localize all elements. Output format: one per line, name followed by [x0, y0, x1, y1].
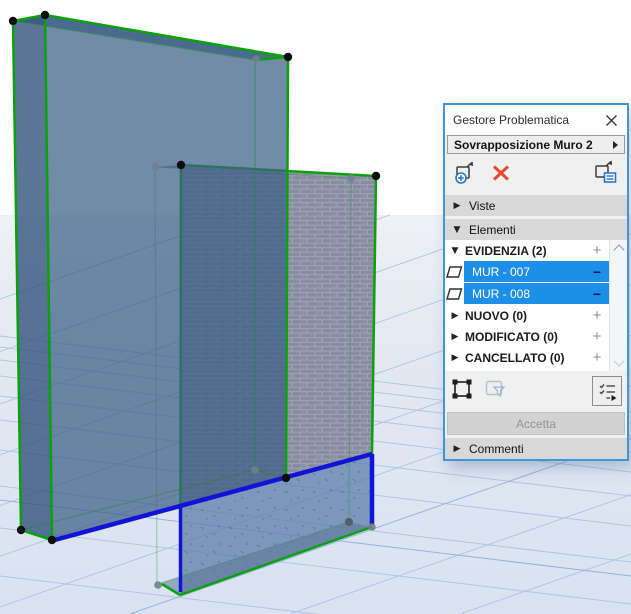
issue-manager-panel: Gestore Problematica Sovrapposizione Mur…: [443, 103, 629, 461]
item-label: MUR - 007: [472, 264, 531, 279]
tree-group-modificato[interactable]: ▶ MODIFICATO (0) +: [445, 326, 610, 347]
collapsed-arrow-icon: ▶: [453, 443, 461, 454]
section-commenti[interactable]: ▶ Commenti: [445, 438, 627, 459]
accept-button-disabled[interactable]: Accetta: [447, 412, 625, 435]
section-elementi[interactable]: ▼ Elementi: [445, 219, 627, 240]
wall-mur-007[interactable]: [11, 13, 290, 542]
close-icon: [605, 114, 617, 126]
tree-group-evidenzia[interactable]: ▼ EVIDENZIA (2) +: [445, 240, 610, 261]
add-element-button[interactable]: +: [590, 308, 604, 323]
collapsed-arrow-icon: ▶: [451, 331, 459, 342]
element-list-options-button[interactable]: [592, 375, 622, 406]
filter-elements-button-disabled[interactable]: [484, 377, 508, 404]
wall-element-icon: [446, 288, 463, 300]
group-label: EVIDENZIA (2): [465, 243, 547, 258]
checklist-icon: [599, 383, 617, 401]
wall-mur-007-front-face[interactable]: [45, 15, 288, 540]
tree-group-cancellato[interactable]: ▶ CANCELLATO (0) +: [445, 347, 610, 368]
close-button[interactable]: [603, 112, 619, 128]
scroll-down-icon[interactable]: [613, 355, 625, 367]
group-label: CANCELLATO (0): [465, 350, 565, 365]
add-element-button[interactable]: +: [590, 243, 604, 258]
collapsed-arrow-icon: ▶: [451, 310, 459, 321]
tree-scrollbar[interactable]: [609, 240, 627, 371]
panel-bottom-toolbar: [445, 371, 627, 410]
section-commenti-label: Commenti: [469, 441, 524, 456]
dropdown-arrow-icon: [613, 140, 618, 149]
scroll-up-icon[interactable]: [613, 244, 625, 256]
expanded-arrow-icon: ▼: [451, 245, 459, 256]
marquee-select-button[interactable]: [452, 379, 472, 402]
issue-add-icon: [455, 161, 474, 184]
accept-button-label: Accetta: [515, 416, 557, 431]
item-label: MUR - 008: [472, 286, 531, 301]
section-elementi-label: Elementi: [469, 222, 516, 237]
element-tree: ▼ EVIDENZIA (2) + MUR - 007 − MUR - 008 …: [445, 240, 627, 371]
section-viste[interactable]: ▶ Viste: [445, 195, 627, 216]
tree-item-mur-008[interactable]: MUR - 008 −: [445, 283, 610, 304]
expanded-arrow-icon: ▼: [453, 224, 461, 235]
issue-selector-dropdown[interactable]: Sovrapposizione Muro 2: [447, 135, 625, 154]
marquee-icon: [452, 379, 472, 399]
panel-titlebar[interactable]: Gestore Problematica: [445, 105, 627, 135]
panel-title: Gestore Problematica: [453, 113, 570, 127]
delete-issue-button[interactable]: [491, 163, 511, 186]
collapsed-arrow-icon: ▶: [451, 352, 459, 363]
remove-element-button[interactable]: −: [590, 264, 604, 280]
tree-group-nuovo[interactable]: ▶ NUOVO (0) +: [445, 305, 610, 326]
tree-item-mur-007[interactable]: MUR - 007 −: [445, 261, 610, 282]
issue-details-icon: [595, 160, 617, 183]
section-viste-label: Viste: [469, 198, 496, 213]
new-issue-button[interactable]: [453, 160, 479, 189]
group-label: MODIFICATO (0): [465, 329, 558, 344]
wall-element-icon: [446, 266, 463, 278]
panel-toolbar: [445, 154, 627, 195]
delete-x-icon: [492, 165, 510, 181]
collapsed-arrow-icon: ▶: [453, 200, 461, 211]
remove-element-button[interactable]: −: [590, 286, 604, 302]
issue-selector-value: Sovrapposizione Muro 2: [454, 137, 593, 152]
group-label: NUOVO (0): [465, 308, 528, 323]
add-element-button[interactable]: +: [590, 350, 604, 365]
filter-icon: [485, 380, 506, 398]
issue-details-button[interactable]: [593, 160, 619, 189]
add-element-button[interactable]: +: [590, 329, 604, 344]
